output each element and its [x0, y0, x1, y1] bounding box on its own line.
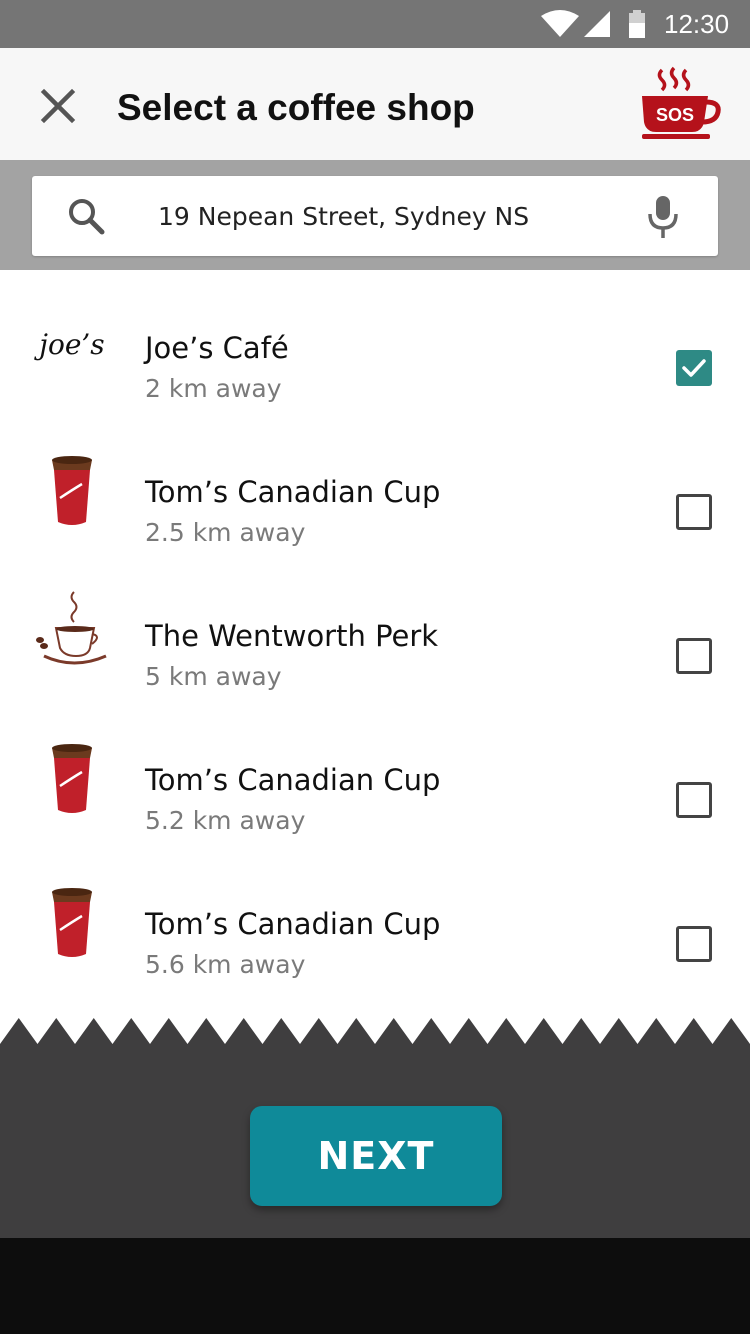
- list-item[interactable]: The Wentworth Perk 5 km away: [0, 558, 750, 702]
- wifi-icon: [541, 10, 579, 37]
- cell-signal-icon: [584, 11, 610, 37]
- shop-checkbox[interactable]: [676, 638, 712, 674]
- status-time: 12:30: [664, 9, 730, 39]
- shop-distance: 2.5 km away: [145, 518, 306, 547]
- microphone-icon[interactable]: [646, 194, 680, 240]
- search-input[interactable]: [158, 194, 628, 238]
- coffee-cup-logo: [52, 888, 92, 957]
- shop-distance: 2 km away: [145, 374, 282, 403]
- coffee-cup-logo: [52, 744, 92, 813]
- sos-coffee-logo: SOS: [642, 66, 721, 139]
- shop-checkbox[interactable]: [676, 926, 712, 962]
- battery-icon: [629, 10, 645, 38]
- steaming-cup-logo: [36, 591, 107, 665]
- search-band: [0, 160, 750, 270]
- shop-checkbox[interactable]: [676, 350, 712, 386]
- shop-distance: 5 km away: [145, 662, 282, 691]
- page-title: Select a coffee shop: [117, 87, 475, 128]
- list-item[interactable]: joe’s Joe’s Café 2 km away: [0, 270, 750, 414]
- shop-name: Tom’s Canadian Cup: [145, 907, 441, 941]
- zigzag-divider: [0, 1018, 750, 1050]
- shop-list: joe’s Joe’s Café 2 km away Tom’s Canadia…: [0, 270, 750, 1050]
- coffee-cup-logo: [52, 456, 92, 525]
- list-item[interactable]: Tom’s Canadian Cup 5.6 km away: [0, 846, 750, 990]
- next-button[interactable]: NEXT: [250, 1106, 502, 1206]
- checkmark-icon: [682, 359, 706, 377]
- joes-logo: joe’s: [33, 328, 104, 361]
- system-nav-bar: [0, 1238, 750, 1334]
- shop-name: The Wentworth Perk: [145, 619, 439, 653]
- sos-logo-text: SOS: [656, 105, 694, 125]
- shop-distance: 5.6 km away: [145, 950, 306, 979]
- shop-checkbox[interactable]: [676, 782, 712, 818]
- shop-name: Joe’s Café: [145, 331, 289, 365]
- joes-logo-text: joe’s: [33, 328, 104, 361]
- list-item[interactable]: Tom’s Canadian Cup 2.5 km away: [0, 414, 750, 558]
- search-box[interactable]: [32, 176, 718, 256]
- shop-name: Tom’s Canadian Cup: [145, 763, 441, 797]
- shop-name: Tom’s Canadian Cup: [145, 475, 441, 509]
- bottom-bar: NEXT: [0, 1014, 750, 1238]
- status-bar: 12:30: [0, 0, 750, 48]
- search-icon: [69, 199, 105, 235]
- list-item[interactable]: Tom’s Canadian Cup 5.2 km away: [0, 702, 750, 846]
- shop-distance: 5.2 km away: [145, 806, 306, 835]
- close-icon[interactable]: [30, 78, 86, 134]
- app-header: Select a coffee shop SOS: [0, 48, 750, 160]
- shop-checkbox[interactable]: [676, 494, 712, 530]
